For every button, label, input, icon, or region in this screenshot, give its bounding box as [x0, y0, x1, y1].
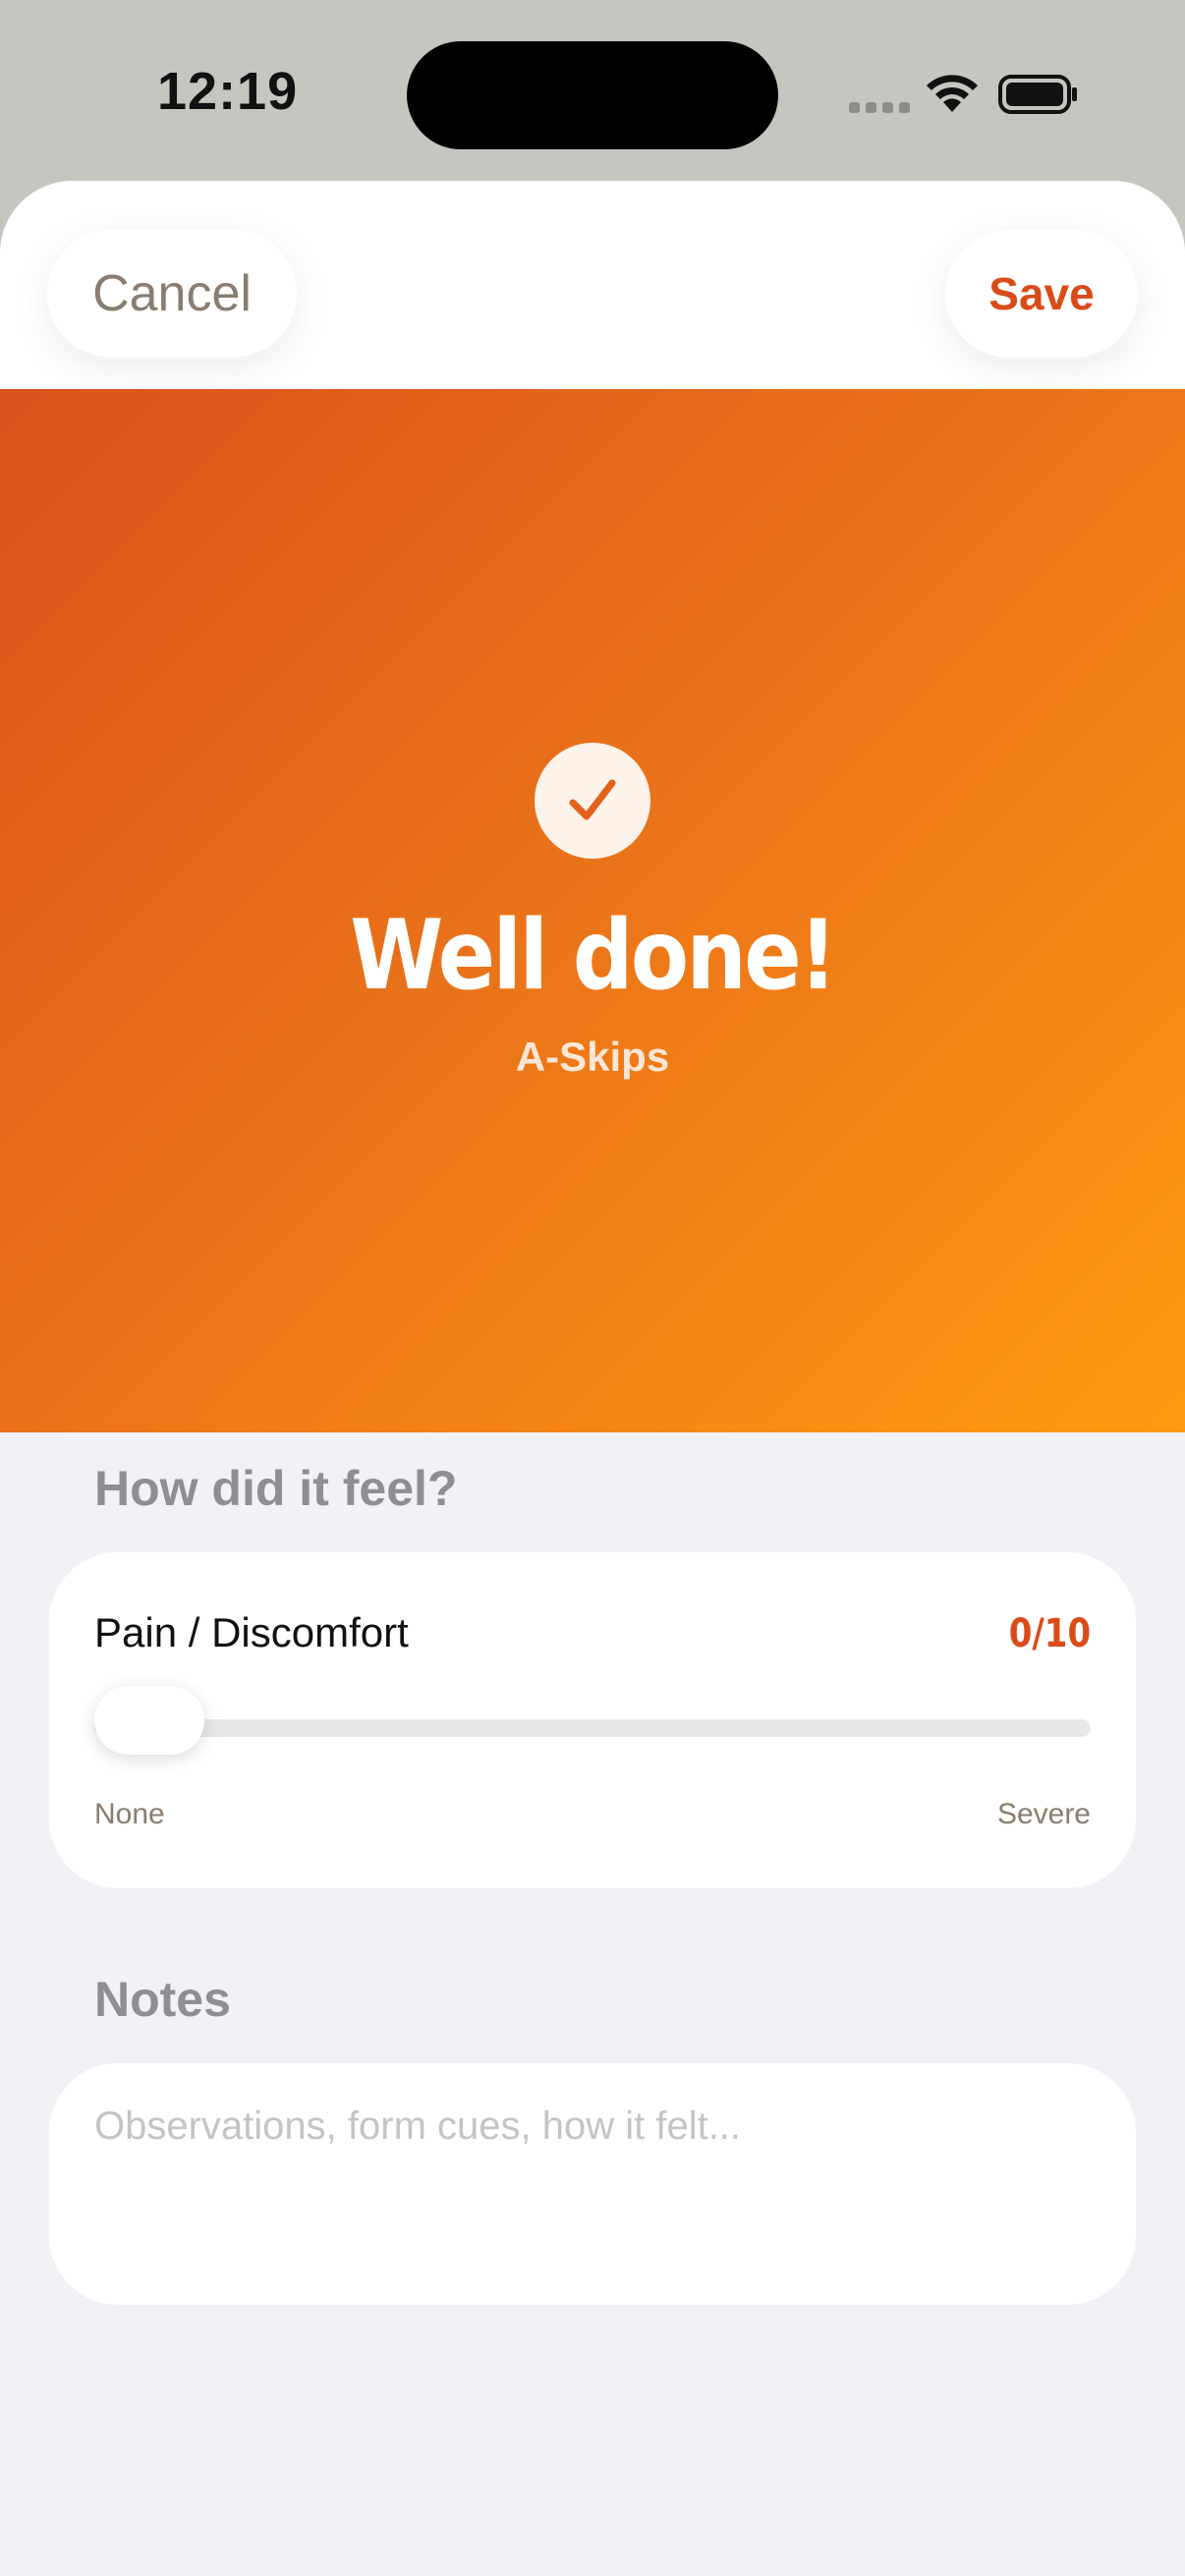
- completion-hero: Well done! A-Skips: [0, 389, 1185, 1432]
- checkmark-icon: [535, 743, 650, 859]
- status-bar: 12:19: [0, 0, 1185, 187]
- pain-value: 0/10: [1008, 1611, 1091, 1656]
- notes-section-label: Notes: [94, 1972, 231, 2027]
- slider-min-label: None: [94, 1798, 165, 1830]
- pain-title: Pain / Discomfort: [94, 1609, 409, 1655]
- cellular-signal-icon: [849, 102, 910, 113]
- notes-input[interactable]: [94, 2104, 1091, 2262]
- status-time: 12:19: [157, 62, 299, 121]
- dynamic-island: [407, 41, 778, 149]
- notes-card: [49, 2063, 1136, 2305]
- exercise-name: A-Skips: [515, 1034, 670, 1080]
- slider-max-label: Severe: [996, 1798, 1091, 1830]
- pain-card: Pain / Discomfort 0/10 None Severe: [49, 1552, 1136, 1888]
- save-button[interactable]: Save: [945, 230, 1138, 358]
- battery-icon: [998, 75, 1077, 114]
- log-session-sheet: Cancel Save Well done! A-Skips How did i…: [0, 181, 1185, 2576]
- feel-section-label: How did it feel?: [94, 1461, 458, 1516]
- pain-slider[interactable]: [94, 1686, 1091, 1755]
- cancel-button[interactable]: Cancel: [47, 230, 297, 358]
- hero-title: Well done!: [350, 900, 837, 1012]
- wifi-icon: [927, 75, 978, 112]
- slider-thumb[interactable]: [94, 1686, 204, 1755]
- sheet-header: Cancel Save: [0, 181, 1185, 389]
